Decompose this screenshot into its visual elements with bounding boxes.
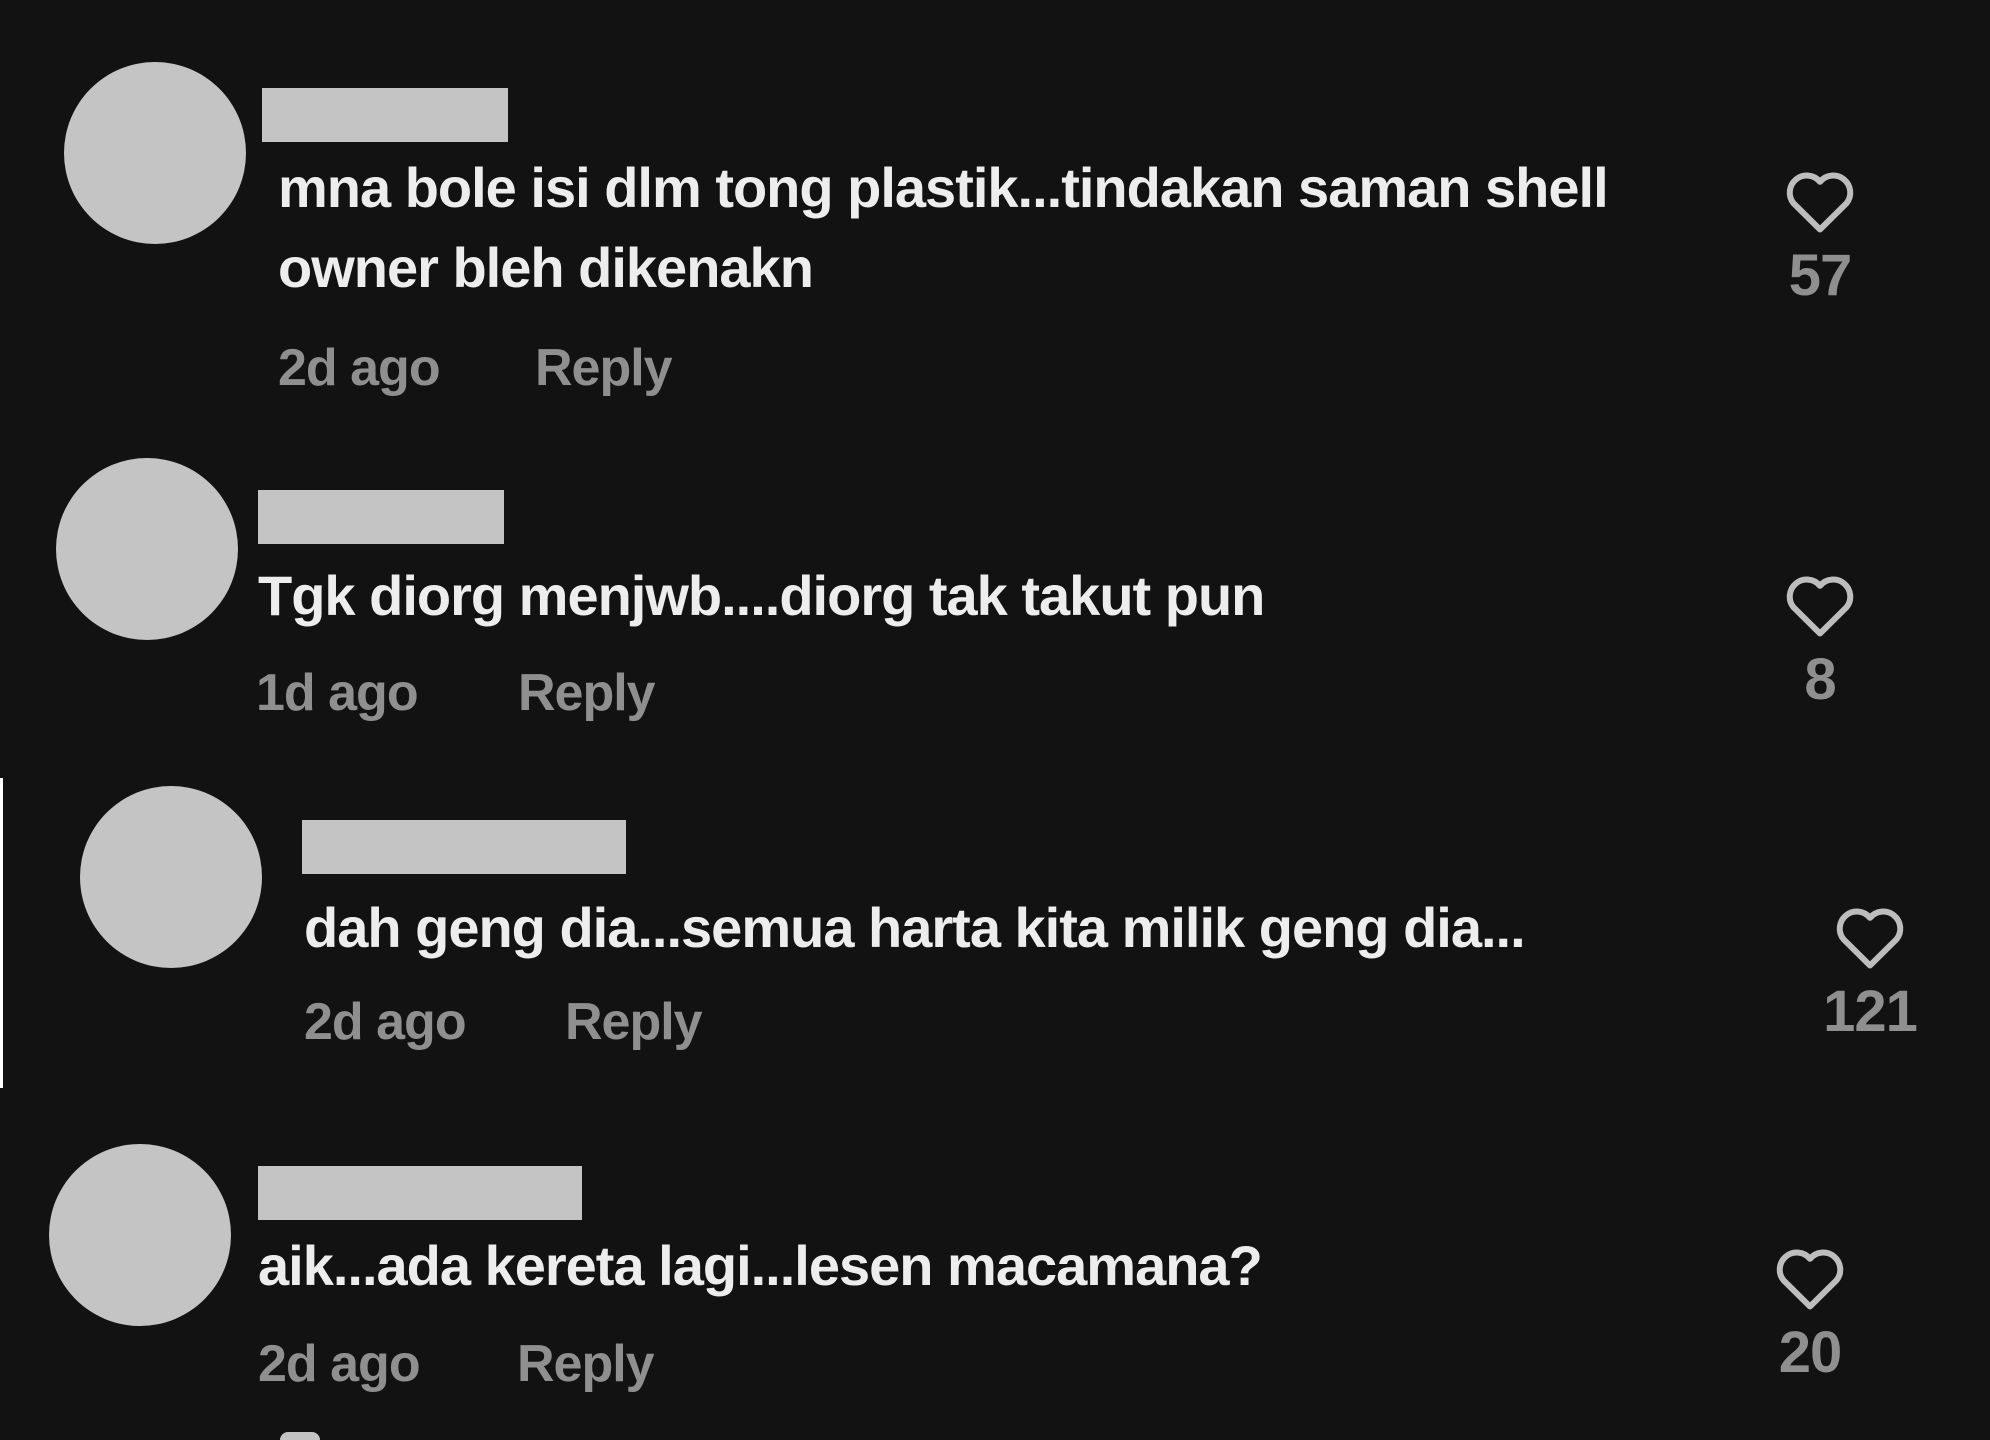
comment-text: Tgk diorg menjwb....diorg tak takut pun bbox=[258, 564, 1265, 627]
reply-button[interactable]: Reply bbox=[565, 992, 703, 1052]
heart-outline-icon[interactable] bbox=[1774, 1245, 1846, 1311]
next-avatar-partial bbox=[280, 1432, 320, 1440]
avatar[interactable] bbox=[64, 62, 246, 244]
username-redacted[interactable] bbox=[258, 490, 504, 544]
like-count: 8 bbox=[1804, 647, 1836, 712]
username-redacted[interactable] bbox=[262, 88, 508, 142]
comment-text: dah geng dia...semua harta kita milik ge… bbox=[304, 896, 1526, 959]
heart-outline-icon[interactable] bbox=[1834, 904, 1906, 970]
reply-button[interactable]: Reply bbox=[517, 1334, 655, 1394]
username-redacted[interactable] bbox=[258, 1166, 582, 1220]
comment-timestamp: 1d ago bbox=[256, 664, 419, 722]
username-redacted[interactable] bbox=[302, 820, 626, 874]
heart-outline-icon[interactable] bbox=[1784, 168, 1856, 234]
heart-outline-icon[interactable] bbox=[1784, 572, 1856, 638]
like-control: 20 bbox=[1740, 1245, 1880, 1386]
like-control: 57 bbox=[1750, 168, 1890, 309]
left-edge-line bbox=[0, 778, 3, 1088]
like-control: 8 bbox=[1750, 572, 1890, 713]
comment-text: aik...ada kereta lagi...lesen macamana? bbox=[258, 1234, 1263, 1297]
like-count: 20 bbox=[1778, 1320, 1843, 1385]
comment-timestamp: 2d ago bbox=[258, 1335, 421, 1393]
comment-text: mna bole isi dlm tong plastik...tindakan… bbox=[278, 156, 1609, 299]
comment-timestamp: 2d ago bbox=[278, 339, 441, 397]
reply-button[interactable]: Reply bbox=[535, 338, 673, 398]
like-count: 57 bbox=[1788, 243, 1853, 308]
avatar[interactable] bbox=[80, 786, 262, 968]
reply-button[interactable]: Reply bbox=[518, 663, 656, 723]
avatar[interactable] bbox=[56, 458, 238, 640]
like-control: 121 bbox=[1800, 904, 1940, 1045]
like-count: 121 bbox=[1823, 979, 1918, 1044]
comment-timestamp: 2d ago bbox=[304, 993, 467, 1051]
avatar[interactable] bbox=[49, 1144, 231, 1326]
